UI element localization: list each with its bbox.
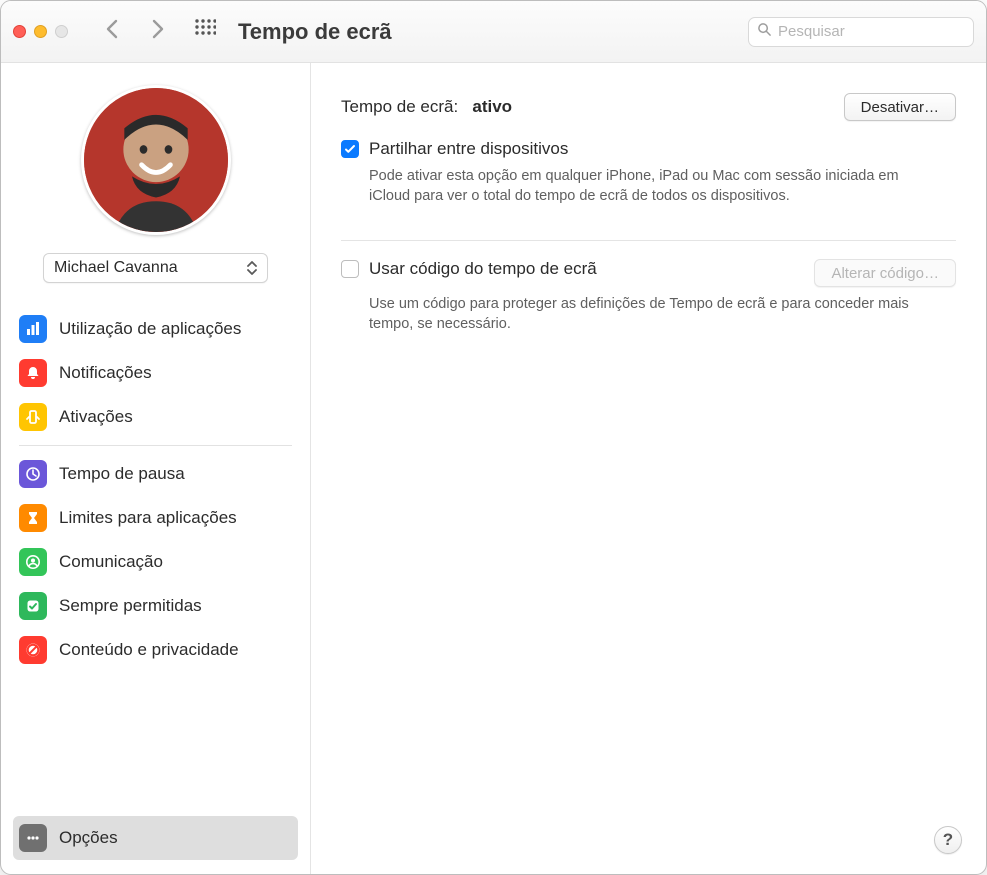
- sidebar-item-pickups[interactable]: Ativações: [13, 395, 298, 439]
- share-across-devices-block: Partilhar entre dispositivos Pode ativar…: [341, 139, 956, 206]
- hourglass-icon: [19, 504, 47, 532]
- status-value: ativo: [472, 97, 512, 116]
- forward-button[interactable]: [148, 18, 166, 45]
- sidebar-item-app-limits[interactable]: Limites para aplicações: [13, 496, 298, 540]
- sidebar-item-app-usage[interactable]: Utilização de aplicações: [13, 307, 298, 351]
- separator: [341, 240, 956, 241]
- sidebar-item-label: Notificações: [59, 363, 152, 383]
- ellipsis-icon: [19, 824, 47, 852]
- sidebar: Michael Cavanna Utilização de aplicações: [1, 63, 311, 874]
- sidebar-item-content-privacy[interactable]: Conteúdo e privacidade: [13, 628, 298, 672]
- sidebar-item-label: Sempre permitidas: [59, 596, 202, 616]
- sidebar-item-label: Opções: [59, 828, 118, 848]
- sidebar-item-label: Utilização de aplicações: [59, 319, 241, 339]
- sidebar-item-downtime[interactable]: Tempo de pausa: [13, 452, 298, 496]
- status-label: Tempo de ecrã:: [341, 97, 458, 116]
- body: Michael Cavanna Utilização de aplicações: [1, 63, 986, 874]
- avatar-container: [7, 85, 304, 235]
- share-devices-checkbox[interactable]: [341, 140, 359, 158]
- minimize-window-button[interactable]: [34, 25, 47, 38]
- check-shield-icon: [19, 592, 47, 620]
- no-entry-icon: [19, 636, 47, 664]
- change-passcode-button[interactable]: Alterar código…: [814, 259, 956, 287]
- help-glyph: ?: [943, 830, 953, 850]
- bar-chart-icon: [19, 315, 47, 343]
- help-button[interactable]: ?: [934, 826, 962, 854]
- disable-button-label: Desativar…: [861, 99, 939, 116]
- pane-title: Tempo de ecrã: [238, 19, 392, 45]
- search-icon: [757, 22, 778, 42]
- bell-icon: [19, 359, 47, 387]
- main-content: Tempo de ecrã: ativo Desativar… Partilha…: [311, 63, 986, 874]
- titlebar: Tempo de ecrã: [1, 1, 986, 63]
- status-text: Tempo de ecrã: ativo: [341, 97, 512, 117]
- passcode-checkbox[interactable]: [341, 260, 359, 278]
- user-select-label: Michael Cavanna: [54, 259, 178, 277]
- sidebar-item-notifications[interactable]: Notificações: [13, 351, 298, 395]
- sidebar-item-always-allowed[interactable]: Sempre permitidas: [13, 584, 298, 628]
- status-row: Tempo de ecrã: ativo Desativar…: [341, 93, 956, 121]
- disable-button[interactable]: Desativar…: [844, 93, 956, 121]
- share-devices-title: Partilhar entre dispositivos: [369, 139, 568, 159]
- passcode-block: Usar código do tempo de ecrã Alterar cód…: [341, 259, 956, 334]
- search-field[interactable]: [748, 17, 974, 47]
- window-controls: [13, 25, 68, 38]
- sidebar-item-label: Limites para aplicações: [59, 508, 237, 528]
- sidebar-item-communication[interactable]: Comunicação: [13, 540, 298, 584]
- pickups-icon: [19, 403, 47, 431]
- sidebar-nav: Utilização de aplicações Notificações At…: [7, 307, 304, 672]
- close-window-button[interactable]: [13, 25, 26, 38]
- sidebar-item-label: Tempo de pausa: [59, 464, 185, 484]
- person-circle-icon: [19, 548, 47, 576]
- toolbar-navigation: [104, 18, 166, 45]
- sidebar-item-label: Ativações: [59, 407, 133, 427]
- change-passcode-button-label: Alterar código…: [831, 265, 939, 282]
- sidebar-separator: [19, 445, 292, 446]
- show-all-button[interactable]: [194, 18, 216, 45]
- passcode-desc: Use um código para proteger as definiçõe…: [369, 295, 929, 334]
- search-input[interactable]: [778, 23, 965, 40]
- avatar: [81, 85, 231, 235]
- sidebar-item-options[interactable]: Opções: [13, 816, 298, 860]
- back-button[interactable]: [104, 18, 122, 45]
- passcode-title: Usar código do tempo de ecrã: [369, 259, 597, 279]
- sidebar-item-label: Conteúdo e privacidade: [59, 640, 239, 660]
- sidebar-item-label: Comunicação: [59, 552, 163, 572]
- system-preferences-window: Tempo de ecrã: [0, 0, 987, 875]
- user-select[interactable]: Michael Cavanna: [43, 253, 268, 283]
- clock-icon: [19, 460, 47, 488]
- share-devices-desc: Pode ativar esta opção em qualquer iPhon…: [369, 167, 929, 206]
- chevron-updown-icon: [245, 259, 259, 277]
- zoom-window-button[interactable]: [55, 25, 68, 38]
